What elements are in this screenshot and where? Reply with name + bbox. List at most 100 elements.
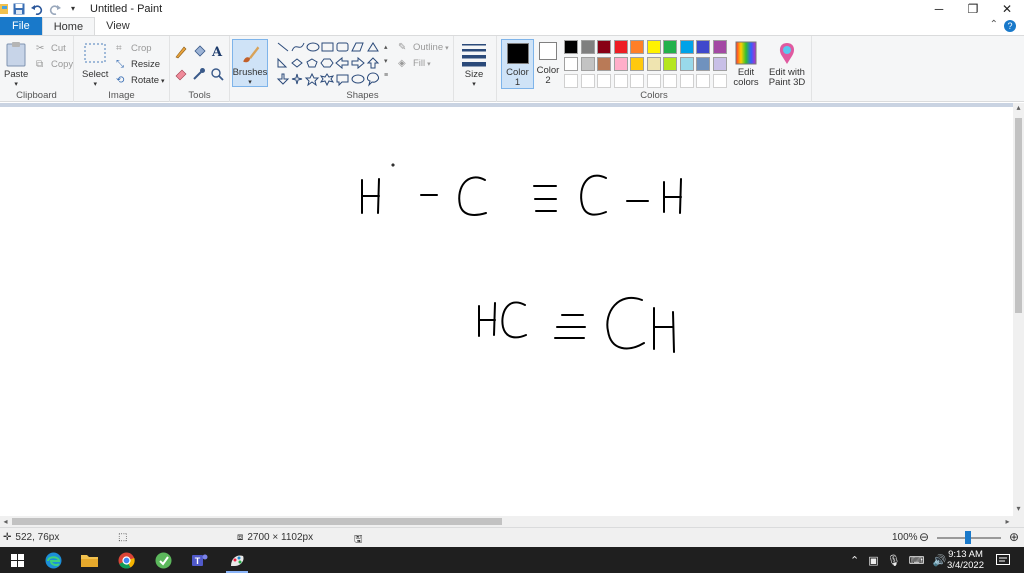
palette-swatch[interactable] [663, 57, 677, 71]
custom-color-slot[interactable] [696, 74, 710, 88]
taskbar-clock[interactable]: 9:13 AM 3/4/2022 [947, 549, 984, 571]
edge-browser-icon[interactable] [44, 551, 62, 569]
palette-swatch[interactable] [712, 57, 727, 71]
paste-label: Paste [4, 69, 29, 80]
palette-swatch[interactable] [696, 57, 710, 71]
windows-start-icon[interactable] [8, 551, 26, 569]
tab-file[interactable]: File [0, 17, 42, 35]
show-hidden-icons-icon[interactable]: ⌃ [850, 554, 859, 567]
select-button[interactable]: Select ▾ [82, 41, 108, 88]
palette-swatch[interactable] [613, 57, 628, 71]
palette-swatch[interactable] [613, 40, 628, 54]
size-button[interactable]: Size ▾ [462, 41, 486, 88]
palette-swatch[interactable] [564, 40, 578, 54]
vertical-scrollbar[interactable]: ▴ ▾ [1013, 103, 1024, 516]
notifications-icon[interactable] [994, 551, 1012, 569]
scroll-down-icon[interactable]: ▾ [1013, 504, 1024, 516]
palette-swatch[interactable] [630, 57, 644, 71]
svg-text:T: T [194, 556, 200, 566]
minimize-button[interactable]: ─ [922, 0, 956, 17]
horizontal-scroll-thumb[interactable] [12, 518, 502, 525]
help-icon[interactable]: ? [1004, 20, 1016, 32]
palette-swatch[interactable] [712, 40, 727, 54]
tab-home[interactable]: Home [41, 17, 96, 35]
scissors-icon: ✂ [36, 42, 45, 54]
clipboard-group-label: Clipboard [16, 90, 57, 101]
undo-icon[interactable] [30, 2, 44, 16]
palette-swatch[interactable] [580, 40, 595, 54]
paste-button[interactable]: Paste ▾ [4, 41, 28, 88]
close-button[interactable]: ✕ [990, 0, 1024, 17]
palette-swatch[interactable] [646, 40, 661, 54]
custom-color-slot[interactable] [712, 74, 727, 88]
color2-button[interactable]: Color 2 [537, 42, 559, 86]
teams-app-icon[interactable]: T [190, 551, 208, 569]
magnifier-icon[interactable] [209, 66, 225, 82]
scroll-right-icon[interactable]: ▸ [1002, 516, 1013, 527]
meet-now-icon[interactable]: ▣ [868, 554, 878, 567]
pencil-icon[interactable] [173, 44, 189, 60]
palette-swatch[interactable] [580, 57, 595, 71]
shapes-gallery[interactable] [276, 41, 394, 87]
tab-view[interactable]: View [95, 17, 141, 35]
zoom-out-icon[interactable]: ⊖ [919, 530, 929, 544]
scroll-left-icon[interactable]: ◂ [0, 516, 11, 527]
vertical-scroll-thumb[interactable] [1015, 118, 1022, 313]
palette-swatch[interactable] [597, 40, 611, 54]
edit-colors-button[interactable]: Edit colors [731, 40, 761, 88]
custom-color-slot[interactable] [613, 74, 628, 88]
custom-color-slot[interactable] [679, 74, 694, 88]
select-icon [84, 43, 106, 63]
chrome-browser-icon[interactable] [117, 551, 135, 569]
canvas-workspace[interactable] [0, 103, 1013, 516]
scrollbar-corner [1013, 516, 1024, 527]
palette-swatch[interactable] [679, 40, 694, 54]
paint-app-icon[interactable] [0, 2, 8, 16]
palette-swatch[interactable] [630, 40, 644, 54]
microphone-icon[interactable]: 🎙 [887, 554, 901, 567]
copy-button[interactable]: ⧉ Copy [36, 57, 73, 72]
crop-button[interactable]: ⌗ Crop [116, 41, 152, 56]
outline-button[interactable]: ✎ Outline ▾ [398, 40, 449, 55]
horizontal-scrollbar[interactable]: ◂ ▸ [0, 516, 1013, 527]
color-picker-icon[interactable] [191, 66, 207, 82]
custom-color-slot[interactable] [630, 74, 644, 88]
cut-button[interactable]: ✂ Cut [36, 41, 66, 56]
green-app-icon[interactable] [154, 551, 172, 569]
text-tool-icon[interactable]: A [209, 44, 225, 60]
drawing-canvas[interactable] [0, 103, 1013, 516]
tools-group-label: Tools [188, 90, 211, 101]
eraser-icon[interactable] [173, 66, 189, 82]
fill-bucket-icon[interactable] [191, 44, 207, 60]
file-explorer-icon[interactable] [80, 551, 98, 569]
fill-button[interactable]: ◈ Fill ▾ [398, 56, 431, 71]
resize-button[interactable]: ⤡ Resize [116, 57, 160, 72]
custom-color-slot[interactable] [646, 74, 661, 88]
palette-swatch[interactable] [679, 57, 694, 71]
paint-taskbar-icon[interactable] [228, 551, 246, 569]
custom-color-slot[interactable] [580, 74, 595, 88]
rotate-button[interactable]: ⟲ Rotate ▾ [116, 73, 165, 88]
zoom-in-icon[interactable]: ⊕ [1009, 530, 1019, 544]
custom-color-slot[interactable] [597, 74, 611, 88]
save-icon[interactable] [12, 2, 26, 16]
edit-with-paint3d-button[interactable]: Edit with Paint 3D [767, 40, 807, 88]
scroll-up-icon[interactable]: ▴ [1013, 103, 1024, 115]
palette-swatch[interactable] [597, 57, 611, 71]
palette-swatch[interactable] [663, 40, 677, 54]
zoom-slider-thumb[interactable] [965, 531, 971, 544]
restore-button[interactable]: ❐ [956, 0, 990, 17]
customize-toolbar-icon[interactable]: ▾ [66, 2, 80, 16]
brushes-button[interactable]: Brushes ▾ [232, 39, 268, 87]
volume-icon[interactable]: 🔊 [932, 554, 946, 567]
palette-swatch[interactable] [564, 57, 578, 71]
custom-color-slot[interactable] [663, 74, 677, 88]
redo-icon[interactable] [48, 2, 62, 16]
network-icon[interactable]: ⌨ [909, 554, 925, 567]
shapes-scroll[interactable]: ▴ ▾ ≡ [384, 41, 388, 83]
palette-swatch[interactable] [646, 57, 661, 71]
custom-color-slot[interactable] [564, 74, 578, 88]
collapse-ribbon-icon[interactable]: ⌃ [990, 19, 998, 30]
palette-swatch[interactable] [696, 40, 710, 54]
color1-button[interactable]: Color 1 [501, 39, 534, 89]
